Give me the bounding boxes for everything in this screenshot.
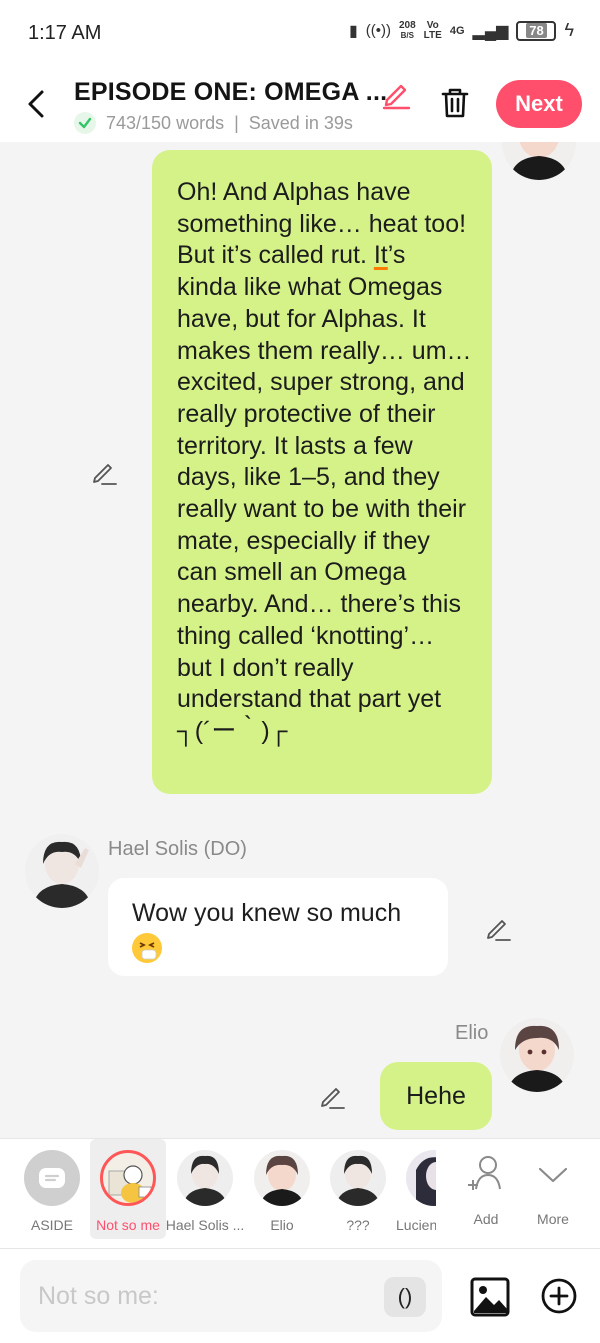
saved-check-icon [74, 112, 96, 134]
parentheses-button[interactable]: () [384, 1277, 426, 1317]
save-status: 743/150 words | Saved in 39s [74, 112, 353, 134]
message-bubble[interactable]: Hehe [380, 1062, 492, 1130]
signal-icon: ▂▄▆ [472, 22, 509, 40]
unknown-avatar [330, 1150, 386, 1206]
edit-message-icon[interactable] [484, 914, 512, 942]
edit-title-icon[interactable] [380, 78, 412, 110]
hotspot-icon: ((•)) [365, 22, 391, 39]
status-icons: ▮ ((•)) 208 B/S Vo LTE 4G ▂▄▆ 78 ϟ [349, 20, 574, 41]
character-lucien[interactable]: Lucien [396, 1139, 436, 1239]
word-count: 743/150 words [106, 112, 225, 133]
back-arrow-icon [28, 90, 44, 118]
hael-solis-avatar [177, 1150, 233, 1206]
character-elio[interactable]: Elio [244, 1139, 320, 1239]
edit-message-icon[interactable] [318, 1082, 346, 1110]
sneezing-face-emoji-icon [132, 933, 162, 963]
editor-header: EPISODE ONE: OMEGA ... 743/150 words | S… [0, 66, 600, 142]
volte-indicator: Vo LTE [423, 19, 442, 41]
edit-message-icon[interactable] [90, 458, 118, 486]
chat-area[interactable]: Oh! And Alphas have something like… heat… [0, 142, 600, 1138]
sender-name: Hael Solis (DO) [108, 838, 247, 860]
not-so-me-avatar [100, 1150, 156, 1206]
vibrate-icon: ▮ [348, 22, 358, 40]
character-hael-solis[interactable]: Hael Solis ... [166, 1139, 244, 1239]
add-user-icon [468, 1156, 501, 1190]
elio-small-avatar [254, 1150, 310, 1206]
hael-avatar[interactable] [25, 834, 99, 908]
elio-avatar[interactable] [500, 1018, 574, 1092]
charging-icon: ϟ [564, 20, 574, 40]
saved-time: Saved in 39s [248, 112, 353, 133]
message-input-container: () [20, 1260, 442, 1332]
back-button[interactable] [20, 86, 52, 122]
character-not-so-me[interactable]: Not so me [90, 1139, 166, 1239]
character-unknown[interactable]: ??? [320, 1139, 396, 1239]
network-type: 4G [449, 24, 465, 37]
net-speed: 208 B/S [398, 19, 416, 40]
aside-icon [24, 1150, 80, 1206]
lucien-avatar [406, 1150, 436, 1206]
episode-title[interactable]: EPISODE ONE: OMEGA ... [74, 78, 387, 107]
character-selector: ASIDE Not so me Hael Solis ... Elio ??? [0, 1138, 600, 1248]
message-bubble[interactable]: Wow you knew so much [108, 878, 448, 976]
status-time: 1:17 AM [28, 22, 102, 44]
image-icon[interactable] [470, 1277, 510, 1317]
status-bar: 1:17 AM ▮ ((•)) 208 B/S Vo LTE 4G ▂▄▆ 78… [0, 0, 600, 66]
delete-trash-icon[interactable] [438, 86, 472, 120]
composer-bar: () [0, 1248, 600, 1343]
character-aside[interactable]: ASIDE [14, 1139, 90, 1239]
elio-avatar-top[interactable] [502, 142, 576, 180]
sender-name: Elio [455, 1022, 489, 1044]
divider: | [234, 112, 239, 133]
message-bubble[interactable]: Oh! And Alphas have something like… heat… [152, 150, 492, 794]
add-plus-icon[interactable] [540, 1277, 578, 1315]
next-button[interactable]: Next [496, 80, 582, 128]
more-characters-button[interactable]: More [515, 1139, 591, 1239]
message-input[interactable] [38, 1260, 378, 1332]
chevron-down-icon [538, 1167, 568, 1183]
spellcheck-underline: It [373, 241, 388, 270]
battery-icon: 78 [516, 20, 557, 41]
